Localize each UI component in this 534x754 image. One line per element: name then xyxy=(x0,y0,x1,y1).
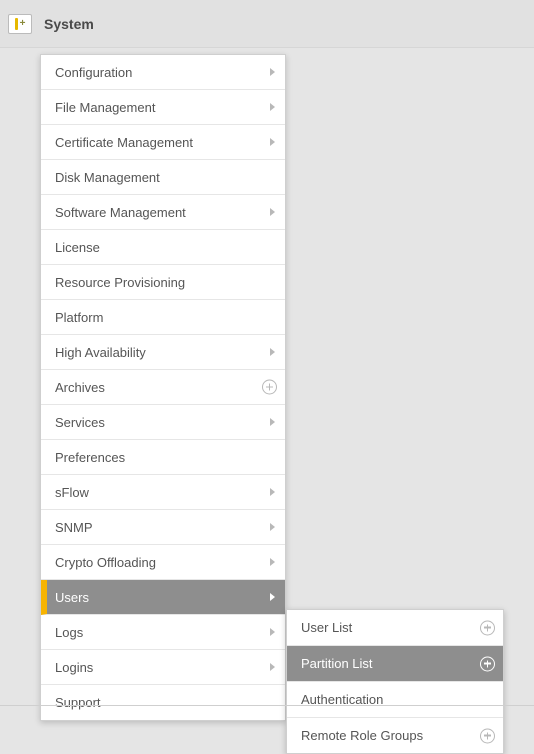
add-icon[interactable] xyxy=(262,380,277,395)
system-icon: + xyxy=(8,14,32,34)
menu-container: Configuration File Management Certificate … xyxy=(0,48,534,727)
menu-item-services[interactable]: Services xyxy=(41,405,285,440)
menu-item-label: Archives xyxy=(55,380,105,395)
menu-item-logins[interactable]: Logins xyxy=(41,650,285,685)
menu-item-users[interactable]: Users xyxy=(41,580,285,615)
chevron-right-icon xyxy=(270,103,275,111)
menu-item-label: SNMP xyxy=(55,520,93,535)
menu-item-label: Platform xyxy=(55,310,103,325)
submenu-item-authentication[interactable]: Authentication xyxy=(287,682,503,718)
menu-item-label: Services xyxy=(55,415,105,430)
menu-item-label: Configuration xyxy=(55,65,132,80)
divider xyxy=(0,705,534,706)
menu-item-label: High Availability xyxy=(55,345,146,360)
menu-item-snmp[interactable]: SNMP xyxy=(41,510,285,545)
menu-item-sflow[interactable]: sFlow xyxy=(41,475,285,510)
menu-item-label: Resource Provisioning xyxy=(55,275,185,290)
chevron-right-icon xyxy=(270,208,275,216)
submenu-item-partition-list[interactable]: Partition List xyxy=(287,646,503,682)
menu-item-label: Logs xyxy=(55,625,83,640)
chevron-right-icon xyxy=(270,663,275,671)
menu-item-file-management[interactable]: File Management xyxy=(41,90,285,125)
menu-item-high-availability[interactable]: High Availability xyxy=(41,335,285,370)
chevron-right-icon xyxy=(270,418,275,426)
menu-item-configuration[interactable]: Configuration xyxy=(41,55,285,90)
submenu-item-user-list[interactable]: User List xyxy=(287,610,503,646)
page-title: System xyxy=(44,16,94,32)
menu-item-label: License xyxy=(55,240,100,255)
submenu-item-label: User List xyxy=(301,620,352,635)
menu-item-resource-provisioning[interactable]: Resource Provisioning xyxy=(41,265,285,300)
submenu-item-label: Partition List xyxy=(301,656,373,671)
add-icon[interactable] xyxy=(480,656,495,671)
chevron-right-icon xyxy=(270,628,275,636)
menu-item-label: Software Management xyxy=(55,205,186,220)
chevron-right-icon xyxy=(270,348,275,356)
menu-item-label: Support xyxy=(55,695,101,710)
chevron-right-icon xyxy=(270,523,275,531)
menu-item-label: Users xyxy=(55,590,89,605)
menu-item-label: Crypto Offloading xyxy=(55,555,156,570)
submenu-item-remote-role-groups[interactable]: Remote Role Groups xyxy=(287,718,503,753)
chevron-right-icon xyxy=(270,68,275,76)
menu-item-license[interactable]: License xyxy=(41,230,285,265)
menu-item-label: Certificate Management xyxy=(55,135,193,150)
menu-item-disk-management[interactable]: Disk Management xyxy=(41,160,285,195)
menu-item-crypto-offloading[interactable]: Crypto Offloading xyxy=(41,545,285,580)
users-submenu: User List Partition List Authentication Rem… xyxy=(286,609,504,754)
chevron-right-icon xyxy=(270,138,275,146)
menu-item-archives[interactable]: Archives xyxy=(41,370,285,405)
submenu-item-label: Remote Role Groups xyxy=(301,728,423,743)
chevron-right-icon xyxy=(270,593,275,601)
menu-item-label: Logins xyxy=(55,660,93,675)
menu-item-preferences[interactable]: Preferences xyxy=(41,440,285,475)
menu-item-software-management[interactable]: Software Management xyxy=(41,195,285,230)
menu-item-label: Disk Management xyxy=(55,170,160,185)
chevron-right-icon xyxy=(270,488,275,496)
chevron-right-icon xyxy=(270,558,275,566)
menu-item-platform[interactable]: Platform xyxy=(41,300,285,335)
add-icon[interactable] xyxy=(480,728,495,743)
topbar: + System xyxy=(0,0,534,48)
menu-item-label: File Management xyxy=(55,100,155,115)
add-icon[interactable] xyxy=(480,620,495,635)
menu-item-certificate-management[interactable]: Certificate Management xyxy=(41,125,285,160)
system-menu: Configuration File Management Certificate … xyxy=(40,54,286,721)
menu-item-logs[interactable]: Logs xyxy=(41,615,285,650)
menu-item-label: Preferences xyxy=(55,450,125,465)
menu-item-label: sFlow xyxy=(55,485,89,500)
